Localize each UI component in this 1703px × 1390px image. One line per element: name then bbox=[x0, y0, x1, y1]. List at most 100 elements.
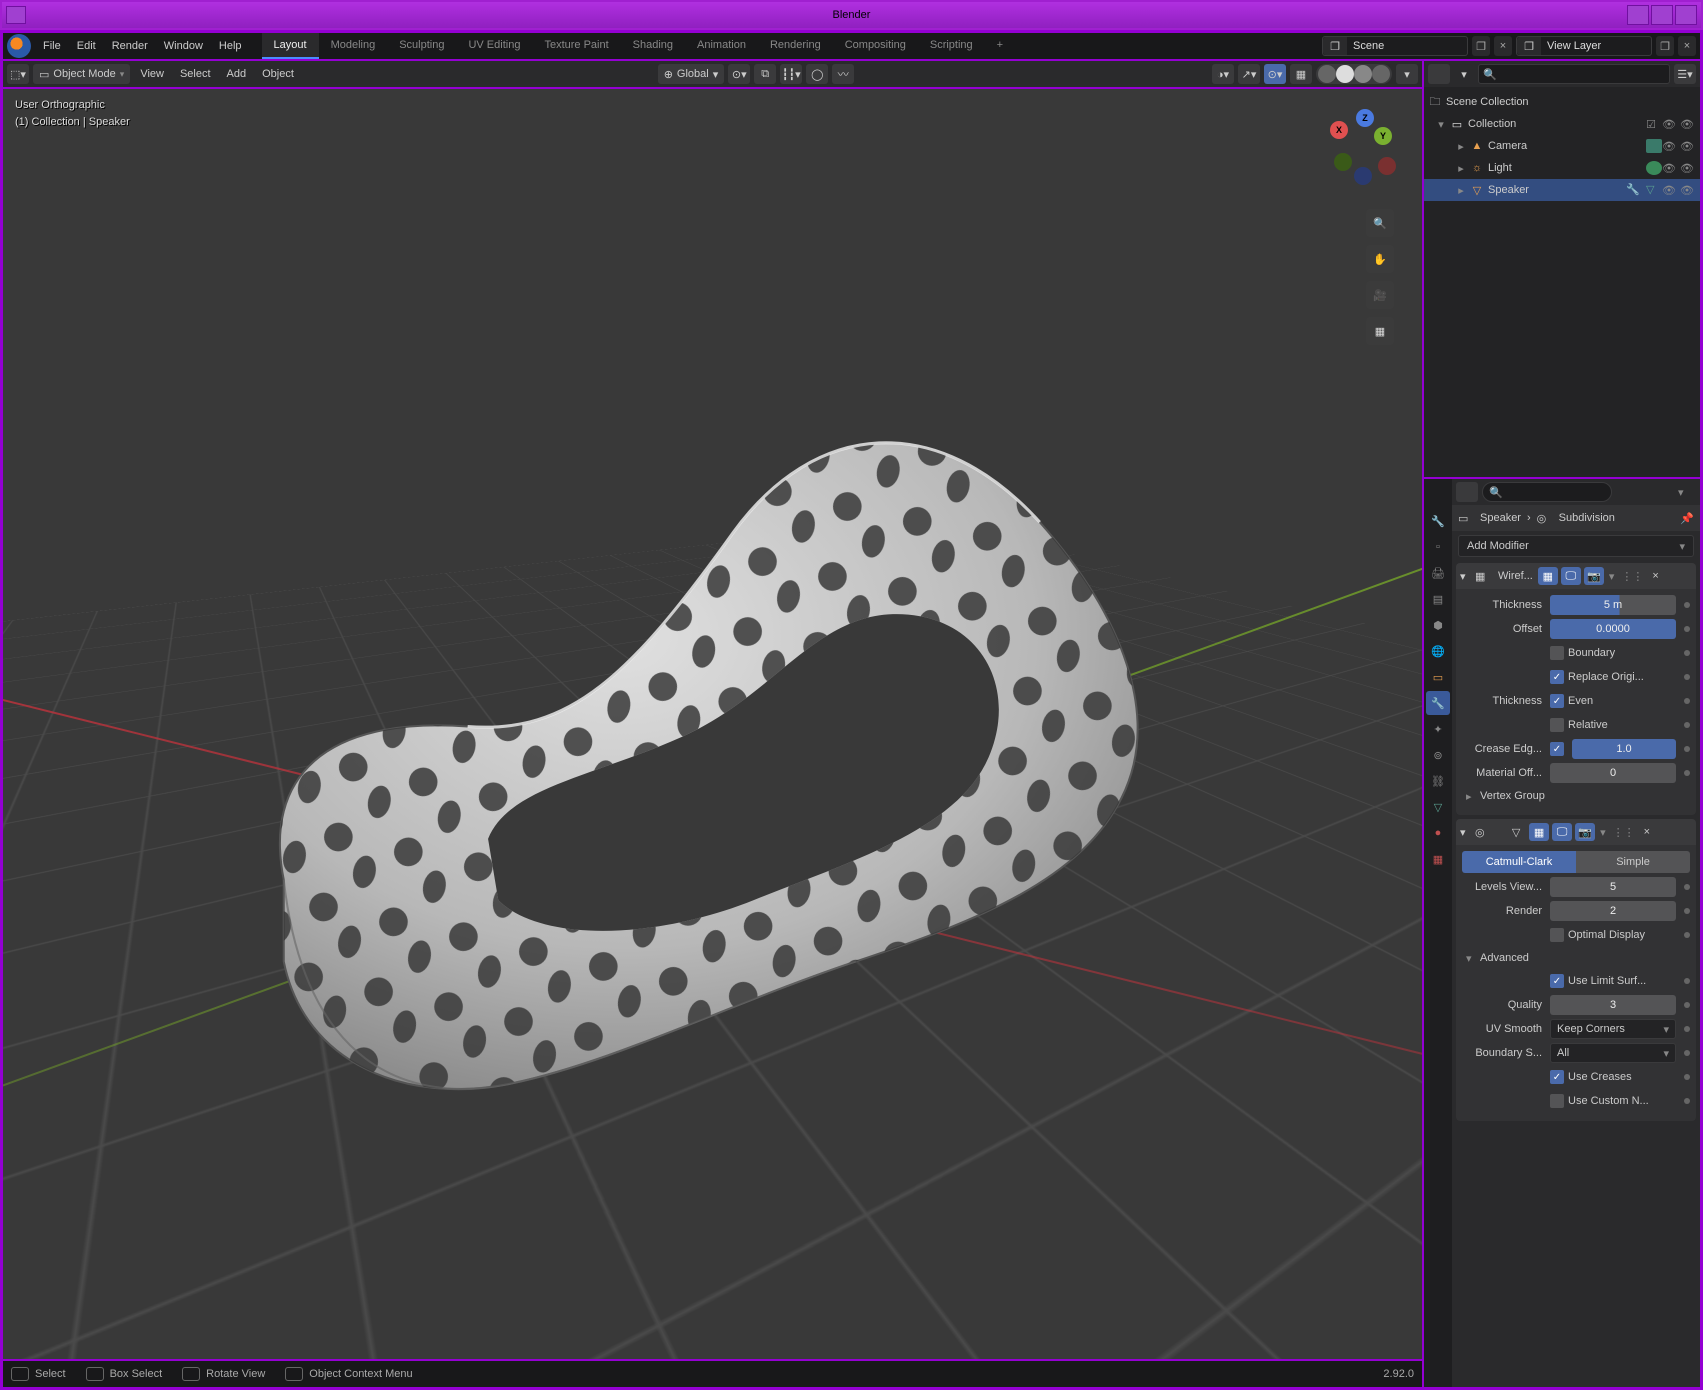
window-menu-icon[interactable] bbox=[6, 6, 26, 24]
menu-help[interactable]: Help bbox=[211, 33, 250, 59]
properties-editor-type[interactable] bbox=[1456, 482, 1478, 502]
vertex-group-subpanel[interactable]: ▸ Vertex Group bbox=[1462, 785, 1690, 807]
object-visibility-selector[interactable]: ◑▾ bbox=[1212, 64, 1234, 84]
expand-icon[interactable]: ▸ bbox=[1454, 162, 1468, 175]
animate-property-button[interactable] bbox=[1684, 650, 1690, 656]
properties-tab-scene[interactable]: ⬢ bbox=[1426, 613, 1450, 637]
properties-tab-data[interactable]: ▽ bbox=[1426, 795, 1450, 819]
outliner-display-mode[interactable]: ▾ bbox=[1454, 68, 1474, 81]
workspace-tab-modeling[interactable]: Modeling bbox=[319, 33, 388, 59]
workspace-add-button[interactable]: + bbox=[985, 33, 1015, 59]
outliner-item-speaker[interactable]: ▸ ▽ Speaker 🔧 ▽ 👁👁 bbox=[1424, 179, 1700, 201]
proportional-toggle[interactable]: ◯ bbox=[806, 64, 828, 84]
offset-field[interactable]: 0.0000 bbox=[1550, 619, 1676, 639]
xray-toggle[interactable]: ▦ bbox=[1290, 64, 1312, 84]
animate-property-button[interactable] bbox=[1684, 1002, 1690, 1008]
scene-browse-icon[interactable]: ❐ bbox=[1323, 37, 1347, 55]
disable-icon[interactable]: 👁 bbox=[1680, 118, 1694, 131]
modifier-render-toggle[interactable]: 📷 bbox=[1575, 823, 1595, 841]
navigation-gizmo[interactable]: X Y Z bbox=[1322, 109, 1402, 189]
even-checkbox[interactable]: ✓ bbox=[1550, 694, 1564, 708]
camera-view-button[interactable]: 🎥 bbox=[1366, 281, 1394, 309]
workspace-tab-compositing[interactable]: Compositing bbox=[833, 33, 918, 59]
gizmo-toggle[interactable]: ↗▾ bbox=[1238, 64, 1260, 84]
axis-neg-z-handle[interactable] bbox=[1354, 167, 1372, 185]
simple-button[interactable]: Simple bbox=[1576, 851, 1690, 873]
modifier-realtime-toggle[interactable]: 🖵 bbox=[1561, 567, 1581, 585]
perspective-toggle-button[interactable]: ▦ bbox=[1366, 317, 1394, 345]
properties-search-input[interactable]: 🔍 bbox=[1482, 482, 1612, 502]
axis-y-handle[interactable]: Y bbox=[1374, 127, 1392, 145]
modifier-name-wireframe[interactable]: Wiref... bbox=[1496, 570, 1535, 582]
axis-neg-y-handle[interactable] bbox=[1334, 153, 1352, 171]
boundary-smooth-dropdown[interactable]: All ▾ bbox=[1550, 1043, 1676, 1063]
axis-z-handle[interactable]: Z bbox=[1356, 109, 1374, 127]
pan-button[interactable]: ✋ bbox=[1366, 245, 1394, 273]
window-close-button[interactable] bbox=[1675, 5, 1697, 25]
workspace-tab-sculpting[interactable]: Sculpting bbox=[387, 33, 456, 59]
animate-property-button[interactable] bbox=[1684, 1026, 1690, 1032]
viewport-menu-add[interactable]: Add bbox=[221, 68, 253, 80]
zoom-button[interactable]: 🔍 bbox=[1366, 209, 1394, 237]
disable-icon[interactable]: 👁 bbox=[1680, 162, 1694, 175]
animate-property-button[interactable] bbox=[1684, 884, 1690, 890]
properties-tab-constraints[interactable]: ⛓ bbox=[1426, 769, 1450, 793]
modifier-oncage-toggle[interactable]: ▽ bbox=[1506, 823, 1526, 841]
eye-icon[interactable]: 👁 bbox=[1662, 184, 1676, 197]
animate-property-button[interactable] bbox=[1684, 1050, 1690, 1056]
viewlayer-name[interactable]: View Layer bbox=[1541, 40, 1651, 52]
animate-property-button[interactable] bbox=[1684, 626, 1690, 632]
use-limit-checkbox[interactable]: ✓ bbox=[1550, 974, 1564, 988]
panel-expand-icon[interactable]: ▾ bbox=[1460, 570, 1472, 583]
properties-tab-viewlayer[interactable]: ▤ bbox=[1426, 587, 1450, 611]
boundary-checkbox[interactable] bbox=[1550, 646, 1564, 660]
properties-options-button[interactable]: ▾ bbox=[1678, 486, 1696, 499]
eye-icon[interactable]: 👁 bbox=[1662, 162, 1676, 175]
relative-checkbox[interactable] bbox=[1550, 718, 1564, 732]
modifier-extras-menu[interactable]: ▾ bbox=[1598, 826, 1608, 839]
outliner-collection[interactable]: ▾ ▭ Collection ☑👁👁 bbox=[1424, 113, 1700, 135]
viewport-menu-select[interactable]: Select bbox=[174, 68, 217, 80]
workspace-tab-uvediting[interactable]: UV Editing bbox=[456, 33, 532, 59]
shading-rendered[interactable] bbox=[1372, 65, 1390, 83]
viewlayer-delete-button[interactable]: × bbox=[1678, 36, 1696, 56]
viewport-menu-view[interactable]: View bbox=[134, 68, 170, 80]
shading-options[interactable]: ▾ bbox=[1396, 64, 1418, 84]
panel-expand-icon[interactable]: ▾ bbox=[1460, 826, 1472, 839]
workspace-tab-animation[interactable]: Animation bbox=[685, 33, 758, 59]
properties-tab-tool[interactable]: 🔧 bbox=[1426, 509, 1450, 533]
animate-property-button[interactable] bbox=[1684, 908, 1690, 914]
properties-tab-world[interactable]: 🌐 bbox=[1426, 639, 1450, 663]
properties-tab-modifiers[interactable]: 🔧 bbox=[1426, 691, 1450, 715]
outliner-scene-collection[interactable]: 🗀 Scene Collection bbox=[1424, 91, 1700, 113]
axis-neg-x-handle[interactable] bbox=[1378, 157, 1396, 175]
viewport-menu-object[interactable]: Object bbox=[256, 68, 300, 80]
camera-data-icon[interactable] bbox=[1646, 139, 1662, 153]
editor-type-selector[interactable]: ⬚▾ bbox=[7, 64, 29, 84]
pivot-selector[interactable]: ⊙▾ bbox=[728, 64, 750, 84]
scene-new-button[interactable]: ❐ bbox=[1472, 36, 1490, 56]
collection-expand-icon[interactable]: ▾ bbox=[1434, 118, 1448, 131]
menu-edit[interactable]: Edit bbox=[69, 33, 104, 59]
shading-solid[interactable] bbox=[1336, 65, 1354, 83]
modifier-extras-menu[interactable]: ▾ bbox=[1607, 570, 1617, 583]
workspace-tab-scripting[interactable]: Scripting bbox=[918, 33, 985, 59]
animate-property-button[interactable] bbox=[1684, 978, 1690, 984]
replace-original-checkbox[interactable]: ✓ bbox=[1550, 670, 1564, 684]
properties-tab-output[interactable]: 🖨 bbox=[1426, 561, 1450, 585]
breadcrumb-modifier[interactable]: Subdivision bbox=[1559, 512, 1615, 524]
axis-x-handle[interactable]: X bbox=[1330, 121, 1348, 139]
properties-tab-particles[interactable]: ✦ bbox=[1426, 717, 1450, 741]
outliner-item-light[interactable]: ▸ ☼ Light 👁👁 bbox=[1424, 157, 1700, 179]
animate-property-button[interactable] bbox=[1684, 602, 1690, 608]
modifier-render-toggle[interactable]: 📷 bbox=[1584, 567, 1604, 585]
animate-property-button[interactable] bbox=[1684, 932, 1690, 938]
advanced-subpanel[interactable]: ▾ Advanced bbox=[1462, 947, 1690, 969]
workspace-tab-shading[interactable]: Shading bbox=[621, 33, 685, 59]
window-maximize-button[interactable] bbox=[1651, 5, 1673, 25]
shading-matpreview[interactable] bbox=[1354, 65, 1372, 83]
quality-field[interactable]: 3 bbox=[1550, 995, 1676, 1015]
viewlayer-new-button[interactable]: ❐ bbox=[1656, 36, 1674, 56]
modifier-editmode-toggle[interactable]: ▦ bbox=[1538, 567, 1558, 585]
properties-tab-physics[interactable]: ⊚ bbox=[1426, 743, 1450, 767]
